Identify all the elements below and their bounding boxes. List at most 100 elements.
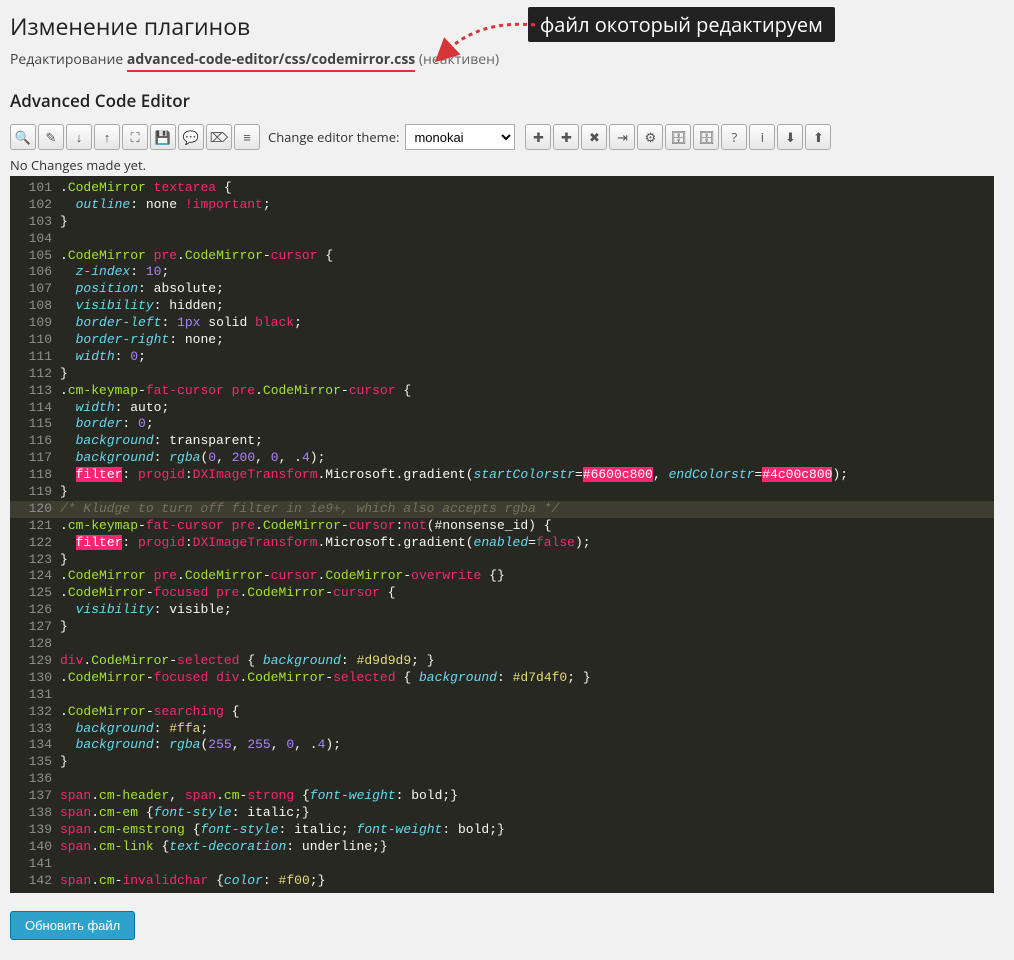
code-line[interactable]: 134 background: rgba(255, 255, 0, .4); bbox=[10, 737, 994, 754]
code-line[interactable]: 124.CodeMirror pre.CodeMirror-cursor.Cod… bbox=[10, 568, 994, 585]
code-line[interactable]: 105.CodeMirror pre.CodeMirror-cursor { bbox=[10, 248, 994, 265]
replace-icon[interactable]: ✎ bbox=[38, 124, 64, 150]
code-content[interactable]: .CodeMirror-searching { bbox=[60, 704, 994, 721]
code-content[interactable]: } bbox=[60, 552, 994, 569]
code-content[interactable]: width: auto; bbox=[60, 400, 994, 417]
code-line[interactable]: 122 filter: progid:DXImageTransform.Micr… bbox=[10, 535, 994, 552]
info-icon[interactable]: i bbox=[749, 124, 775, 150]
code-content[interactable]: filter: progid:DXImageTransform.Microsof… bbox=[60, 535, 994, 552]
code-content[interactable]: .CodeMirror textarea { bbox=[60, 180, 994, 197]
code-content[interactable]: } bbox=[60, 484, 994, 501]
code-line[interactable]: 125.CodeMirror-focused pre.CodeMirror-cu… bbox=[10, 585, 994, 602]
save-icon[interactable]: 💾 bbox=[150, 124, 176, 150]
code-line[interactable]: 103} bbox=[10, 214, 994, 231]
code-line[interactable]: 106 z-index: 10; bbox=[10, 264, 994, 281]
code-line[interactable]: 121.cm-keymap-fat-cursor pre.CodeMirror-… bbox=[10, 518, 994, 535]
code-content[interactable]: div.CodeMirror-selected { background: #d… bbox=[60, 653, 994, 670]
code-content[interactable] bbox=[60, 856, 994, 873]
code-line[interactable]: 139span.cm-emstrong {font-style: italic;… bbox=[10, 822, 994, 839]
database-icon[interactable]: 🗄 bbox=[665, 124, 691, 150]
code-content[interactable]: visibility: visible; bbox=[60, 602, 994, 619]
code-line[interactable]: 116 background: transparent; bbox=[10, 433, 994, 450]
code-content[interactable]: width: 0; bbox=[60, 349, 994, 366]
code-line[interactable]: 101.CodeMirror textarea { bbox=[10, 180, 994, 197]
code-content[interactable]: background: transparent; bbox=[60, 433, 994, 450]
code-content[interactable]: /* Kludge to turn off filter in ie9+, wh… bbox=[60, 501, 994, 518]
code-line[interactable]: 128 bbox=[10, 636, 994, 653]
code-content[interactable]: z-index: 10; bbox=[60, 264, 994, 281]
code-content[interactable]: filter: progid:DXImageTransform.Microsof… bbox=[60, 467, 994, 484]
code-line[interactable]: 119} bbox=[10, 484, 994, 501]
code-line[interactable]: 118 filter: progid:DXImageTransform.Micr… bbox=[10, 467, 994, 484]
code-content[interactable]: span.cm-link {text-decoration: underline… bbox=[60, 839, 994, 856]
code-content[interactable]: .CodeMirror-focused pre.CodeMirror-curso… bbox=[60, 585, 994, 602]
db2-icon[interactable]: 🗄 bbox=[693, 124, 719, 150]
code-line[interactable]: 102 outline: none !important; bbox=[10, 197, 994, 214]
code-line[interactable]: 135} bbox=[10, 754, 994, 771]
code-content[interactable]: } bbox=[60, 366, 994, 383]
code-line[interactable]: 132.CodeMirror-searching { bbox=[10, 704, 994, 721]
code-line[interactable]: 111 width: 0; bbox=[10, 349, 994, 366]
code-content[interactable]: visibility: hidden; bbox=[60, 298, 994, 315]
code-line[interactable]: 141 bbox=[10, 856, 994, 873]
indent-icon[interactable]: ⇥ bbox=[609, 124, 635, 150]
search-icon[interactable]: 🔍 bbox=[10, 124, 36, 150]
code-line[interactable]: 104 bbox=[10, 231, 994, 248]
code-line[interactable]: 110 border-right: none; bbox=[10, 332, 994, 349]
theme-select[interactable]: monokai bbox=[405, 124, 515, 150]
code-line[interactable]: 115 border: 0; bbox=[10, 416, 994, 433]
jump-down-icon[interactable]: ↓ bbox=[66, 124, 92, 150]
code-line[interactable]: 137span.cm-header, span.cm-strong {font-… bbox=[10, 788, 994, 805]
code-line[interactable]: 114 width: auto; bbox=[10, 400, 994, 417]
code-line[interactable]: 109 border-left: 1px solid black; bbox=[10, 315, 994, 332]
code-line[interactable]: 123} bbox=[10, 552, 994, 569]
code-editor[interactable]: 101.CodeMirror textarea {102 outline: no… bbox=[10, 176, 994, 893]
code-content[interactable]: .CodeMirror pre.CodeMirror-cursor.CodeMi… bbox=[60, 568, 994, 585]
code-line[interactable]: 138span.cm-em {font-style: italic;} bbox=[10, 805, 994, 822]
code-line[interactable]: 108 visibility: hidden; bbox=[10, 298, 994, 315]
code-line[interactable]: 120/* Kludge to turn off filter in ie9+,… bbox=[10, 501, 994, 518]
code-content[interactable]: span.cm-header, span.cm-strong {font-wei… bbox=[60, 788, 994, 805]
code-content[interactable]: span.cm-em {font-style: italic;} bbox=[60, 805, 994, 822]
code-content[interactable] bbox=[60, 231, 994, 248]
upload-icon[interactable]: ⬆ bbox=[805, 124, 831, 150]
code-content[interactable] bbox=[60, 636, 994, 653]
code-line[interactable]: 113.cm-keymap-fat-cursor pre.CodeMirror-… bbox=[10, 383, 994, 400]
comment-icon[interactable]: 💬 bbox=[178, 124, 204, 150]
new-folder-icon[interactable]: ✚ bbox=[553, 124, 579, 150]
code-line[interactable]: 127} bbox=[10, 619, 994, 636]
code-content[interactable] bbox=[60, 771, 994, 788]
download-icon[interactable]: ⬇ bbox=[777, 124, 803, 150]
code-content[interactable]: outline: none !important; bbox=[60, 197, 994, 214]
code-line[interactable]: 117 background: rgba(0, 200, 0, .4); bbox=[10, 450, 994, 467]
tag-icon[interactable]: ⌦ bbox=[206, 124, 232, 150]
code-content[interactable]: span.cm-emstrong {font-style: italic; fo… bbox=[60, 822, 994, 839]
code-content[interactable]: .CodeMirror pre.CodeMirror-cursor { bbox=[60, 248, 994, 265]
code-line[interactable]: 107 position: absolute; bbox=[10, 281, 994, 298]
fullscreen-icon[interactable]: ⛶ bbox=[122, 124, 148, 150]
code-line[interactable]: 126 visibility: visible; bbox=[10, 602, 994, 619]
code-line[interactable]: 140span.cm-link {text-decoration: underl… bbox=[10, 839, 994, 856]
code-content[interactable]: position: absolute; bbox=[60, 281, 994, 298]
code-content[interactable]: } bbox=[60, 754, 994, 771]
code-content[interactable]: .cm-keymap-fat-cursor pre.CodeMirror-cur… bbox=[60, 383, 994, 400]
code-content[interactable]: background: #ffa; bbox=[60, 721, 994, 738]
code-content[interactable]: border-left: 1px solid black; bbox=[60, 315, 994, 332]
jump-up-icon[interactable]: ↑ bbox=[94, 124, 120, 150]
code-line[interactable]: 142span.cm-invalidchar {color: #f00;} bbox=[10, 873, 994, 890]
update-file-button[interactable]: Обновить файл bbox=[10, 911, 135, 940]
code-content[interactable]: background: rgba(0, 200, 0, .4); bbox=[60, 450, 994, 467]
settings-icon[interactable]: ⚙ bbox=[637, 124, 663, 150]
code-content[interactable]: .CodeMirror-focused div.CodeMirror-selec… bbox=[60, 670, 994, 687]
code-line[interactable]: 129div.CodeMirror-selected { background:… bbox=[10, 653, 994, 670]
code-content[interactable]: span.cm-invalidchar {color: #f00;} bbox=[60, 873, 994, 890]
code-line[interactable]: 136 bbox=[10, 771, 994, 788]
code-content[interactable]: border: 0; bbox=[60, 416, 994, 433]
code-line[interactable]: 133 background: #ffa; bbox=[10, 721, 994, 738]
list-icon[interactable]: ≡ bbox=[234, 124, 260, 150]
code-content[interactable]: border-right: none; bbox=[60, 332, 994, 349]
new-file-icon[interactable]: ✚ bbox=[525, 124, 551, 150]
code-line[interactable]: 131 bbox=[10, 687, 994, 704]
code-content[interactable]: .cm-keymap-fat-cursor pre.CodeMirror-cur… bbox=[60, 518, 994, 535]
code-line[interactable]: 112} bbox=[10, 366, 994, 383]
